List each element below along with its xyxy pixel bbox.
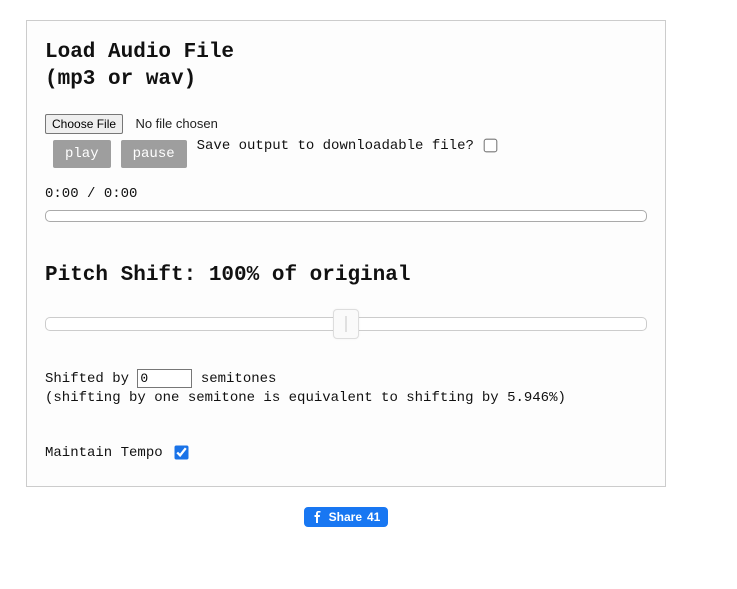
time-current: 0:00 [45,186,79,202]
maintain-tempo-checkbox[interactable] [174,445,188,459]
semitone-shift-row: Shifted by semitones (shifting by one se… [45,369,647,409]
audio-tool-panel: Load Audio File (mp3 or wav) Choose File… [26,20,666,487]
choose-file-button[interactable]: Choose File [45,114,123,134]
load-heading-line1: Load Audio File [45,41,234,64]
maintain-tempo-label: Maintain Tempo [45,445,163,461]
pitch-heading: Pitch Shift: 100% of original [45,262,647,289]
file-status-text: No file chosen [135,116,217,131]
play-button[interactable]: play [53,140,111,168]
share-count: 41 [367,511,380,523]
time-separator: / [79,186,104,202]
playback-controls-row: play pause Save output to downloadable f… [45,140,647,168]
share-label: Share [329,511,362,523]
maintain-tempo-row: Maintain Tempo [45,443,647,462]
facebook-share-button[interactable]: Share 41 [304,507,389,527]
playback-progress-bar[interactable] [45,210,647,222]
load-heading: Load Audio File (mp3 or wav) [45,39,647,94]
save-output-label[interactable]: Save output to downloadable file? [197,136,500,155]
file-input-row: Choose File No file chosen [45,114,647,134]
shifted-by-suffix: semitones [192,371,276,387]
save-output-text: Save output to downloadable file? [197,138,474,154]
pitch-slider[interactable] [45,309,647,339]
semitones-input[interactable] [137,369,192,388]
facebook-icon [312,511,324,523]
shifted-by-prefix: Shifted by [45,371,137,387]
pitch-slider-thumb[interactable] [333,309,359,339]
time-display: 0:00 / 0:00 [45,186,647,202]
save-output-checkbox[interactable] [484,139,498,153]
pause-button[interactable]: pause [121,140,187,168]
load-heading-line2: (mp3 or wav) [45,68,196,91]
time-total: 0:00 [104,186,138,202]
semitone-note: (shifting by one semitone is equivalent … [45,390,566,406]
